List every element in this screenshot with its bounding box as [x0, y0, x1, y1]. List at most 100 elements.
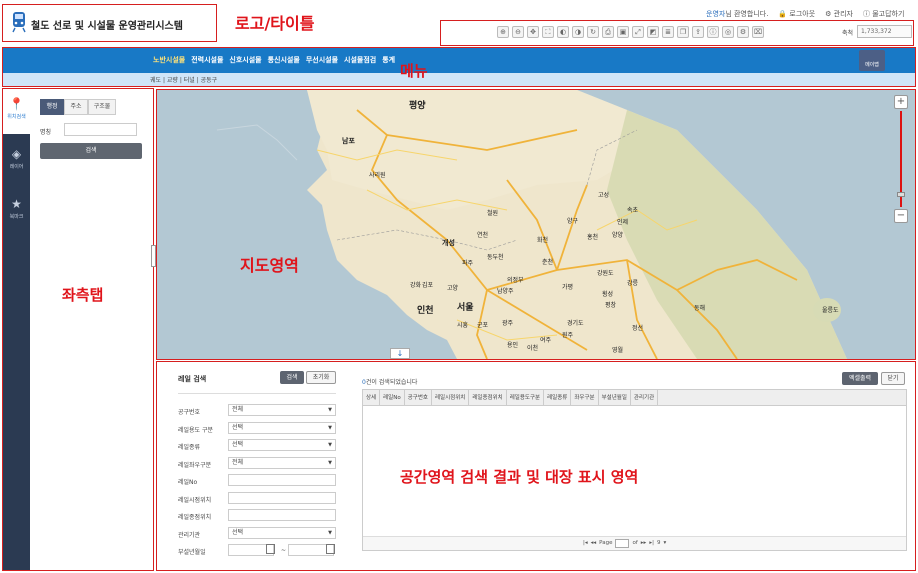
- scale-input[interactable]: 1,733,372: [857, 25, 912, 38]
- tab-structure[interactable]: 구조물: [88, 99, 116, 115]
- rail-item-bookmark[interactable]: ★ 북마크: [3, 197, 30, 220]
- layer-icon[interactable]: ≣: [662, 26, 674, 38]
- grid-column-header[interactable]: 공구번호: [405, 390, 432, 405]
- chevron-down-icon: ▼: [328, 407, 332, 413]
- field-select[interactable]: 전체 ▼: [228, 456, 336, 469]
- help-label: 물고답하기: [872, 10, 905, 18]
- calendar-icon[interactable]: [266, 544, 275, 554]
- city-label: 시흥: [457, 322, 469, 329]
- panel-collapse-handle[interactable]: [151, 245, 156, 267]
- grid-column-header[interactable]: 상세: [363, 390, 381, 405]
- field-input[interactable]: [228, 474, 336, 486]
- pan-icon[interactable]: ✥: [527, 26, 539, 38]
- grid-column-header[interactable]: 레일종류: [544, 390, 572, 405]
- rail-search-title: 레일 검색: [178, 375, 207, 383]
- field-input[interactable]: [228, 491, 336, 504]
- last-page-icon[interactable]: ▸|: [649, 537, 654, 550]
- page-label: Page: [599, 540, 613, 546]
- menu-item[interactable]: 통신시설물: [268, 55, 300, 65]
- next-page-icon[interactable]: ▸▸: [641, 537, 647, 550]
- help-link[interactable]: ⓘ 물고답하기: [863, 9, 904, 19]
- settings-icon[interactable]: ⚙: [737, 26, 749, 38]
- prev-page-icon[interactable]: ◂◂: [591, 537, 597, 550]
- left-search-button[interactable]: 검색: [40, 143, 142, 159]
- search-field-row: 레일좌우구분 전체 ▼: [178, 456, 338, 470]
- menu-item[interactable]: 노반시설물: [153, 55, 185, 65]
- field-input[interactable]: [228, 509, 336, 521]
- grid-column-header[interactable]: 부설년월일: [599, 390, 631, 405]
- prev-extent-icon[interactable]: ◐: [557, 26, 569, 38]
- map-area[interactable]: 평양 남포 사리원 개성 파주 동두천 의정부 춘천 김포 고양 남양주 인천 서울 시흥 군포 광주 여주 원주…: [157, 90, 915, 359]
- grid-column-header[interactable]: 레일시점위치: [432, 390, 470, 405]
- grid-column-header[interactable]: 좌우구분: [571, 390, 599, 405]
- first-page-icon[interactable]: |◂: [583, 537, 588, 550]
- rail-item-layer[interactable]: ◈ 레이어: [3, 147, 30, 170]
- zoom-in-button[interactable]: +: [894, 95, 908, 109]
- measure-distance-icon[interactable]: ⤢: [632, 26, 644, 38]
- menu-item[interactable]: 무선시설물: [306, 55, 338, 65]
- chevron-down-icon: ▼: [328, 442, 332, 448]
- city-label: 서울: [457, 303, 474, 313]
- zoom-in-icon[interactable]: ⊕: [497, 26, 509, 38]
- field-label: 공구번호: [178, 409, 201, 416]
- export-icon[interactable]: ⇪: [692, 26, 704, 38]
- full-extent-icon[interactable]: ⛶: [542, 26, 554, 38]
- rail-item-location-search[interactable]: 📍 위치검색: [3, 89, 30, 134]
- rail-reset-button[interactable]: 초기화: [306, 371, 336, 384]
- tab-admin[interactable]: 행정: [40, 99, 64, 115]
- expand-bottom-panel-button[interactable]: ↓: [390, 348, 410, 359]
- menu-item[interactable]: 통계: [382, 55, 395, 65]
- name-input[interactable]: [64, 123, 137, 136]
- field-select[interactable]: 선택 ▼: [228, 526, 336, 539]
- field-value: 선택: [232, 441, 244, 448]
- menu-item[interactable]: 시설물점검: [344, 55, 376, 65]
- city-label: 양구: [567, 218, 579, 225]
- submenu-bar: [2, 73, 916, 86]
- rail-search-button[interactable]: 검색: [280, 371, 304, 384]
- search-field-row: 공구번호 전체 ▼: [178, 404, 338, 417]
- my-map-button[interactable]: 메이맵: [859, 50, 885, 71]
- zoom-slider-handle[interactable]: [897, 192, 905, 197]
- admin-link[interactable]: ⚙ 관리자: [825, 9, 853, 19]
- menu-item[interactable]: 신호시설물: [229, 55, 261, 65]
- close-results-button[interactable]: 닫기: [881, 372, 905, 385]
- city-label: 경기도: [567, 320, 584, 327]
- zoom-control: + −: [894, 95, 908, 225]
- grid-column-header[interactable]: 레일No: [380, 390, 405, 405]
- side-rail: 📍 위치검색 ◈ 레이어 ★ 북마크: [3, 89, 30, 570]
- next-extent-icon[interactable]: ◑: [572, 26, 584, 38]
- grid-column-header[interactable]: 레일종점위치: [469, 390, 507, 405]
- save-icon[interactable]: ▣: [617, 26, 629, 38]
- zoom-out-icon[interactable]: ⊖: [512, 26, 524, 38]
- excel-export-button[interactable]: 엑셀출력: [842, 372, 878, 385]
- logout-link[interactable]: 🔒 로그아웃: [778, 9, 815, 19]
- field-select[interactable]: 전체 ▼: [228, 404, 336, 416]
- measure-area-icon[interactable]: ◩: [647, 26, 659, 38]
- field-label: 레일종점위치: [178, 514, 212, 521]
- locate-icon[interactable]: ◎: [722, 26, 734, 38]
- per-page-select[interactable]: 9: [657, 537, 661, 550]
- capture-icon[interactable]: ⌧: [752, 26, 764, 38]
- print-icon[interactable]: ⎙: [602, 26, 614, 38]
- tab-address[interactable]: 주소: [64, 99, 88, 115]
- refresh-icon[interactable]: ↻: [587, 26, 599, 38]
- grid-column-header[interactable]: 관리기관: [631, 390, 659, 405]
- calendar-icon[interactable]: [326, 544, 335, 554]
- field-select[interactable]: 선택 ▼: [228, 439, 336, 451]
- field-value: 전체: [232, 406, 244, 413]
- city-label: 동해: [694, 305, 706, 312]
- field-select[interactable]: 선택 ▼: [228, 421, 336, 434]
- menu-item[interactable]: 전력시설물: [191, 55, 223, 65]
- date-separator: ~: [281, 547, 287, 554]
- city-label: 인제: [617, 219, 629, 226]
- zoom-out-button[interactable]: −: [894, 209, 908, 223]
- submenu[interactable]: 궤도 | 교량 | 터널 | 공동구: [150, 75, 217, 84]
- copy-icon[interactable]: ❐: [677, 26, 689, 38]
- grid-column-header[interactable]: 레일용도구분: [507, 390, 545, 405]
- of-label: of: [632, 540, 638, 546]
- page-input[interactable]: [615, 539, 630, 548]
- info-icon[interactable]: ⓘ: [707, 26, 719, 38]
- search-field-row: 관리기관 선택 ▼: [178, 526, 338, 540]
- field-value: 선택: [232, 528, 244, 536]
- grid-pager: |◂ ◂◂ Page of ▸▸ ▸| 9 ▾: [363, 536, 906, 550]
